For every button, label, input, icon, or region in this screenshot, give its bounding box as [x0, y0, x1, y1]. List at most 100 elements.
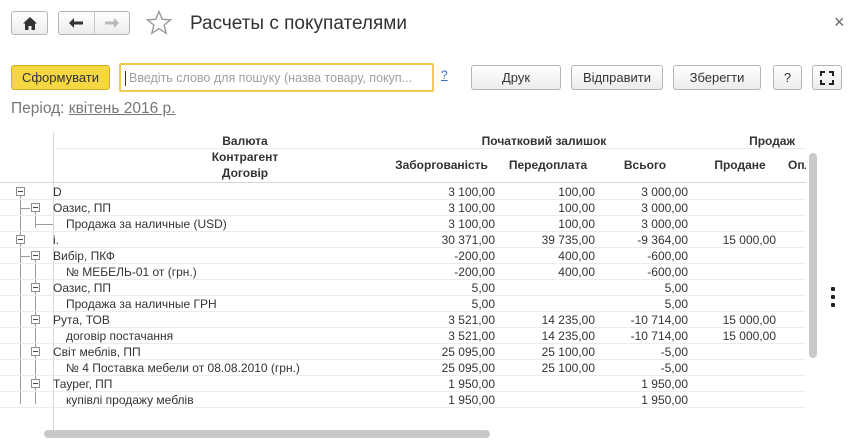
tree-line [35, 224, 53, 225]
collapse-toggle[interactable] [31, 347, 40, 356]
collapse-toggle[interactable] [16, 187, 25, 196]
row-label: Таурег, ПП [53, 377, 113, 391]
row-label: Оазис, ПП [53, 281, 111, 295]
period-line: Період: квітень 2016 р. [11, 100, 175, 118]
header-total: Всього [623, 158, 667, 172]
cell-prepayment: 14 235,00 [541, 329, 595, 343]
header-counterparty: Контрагент [211, 150, 279, 164]
cell-total: 1 950,00 [641, 393, 688, 407]
cell-total: 3 000,00 [641, 185, 688, 199]
cell-prepayment: 14 235,00 [541, 313, 595, 327]
send-button[interactable]: Відправити [571, 65, 663, 90]
search-help-link[interactable]: ? [441, 68, 448, 82]
row-label: Продажа за наличные (USD) [66, 217, 227, 231]
cell-total: -9 364,00 [637, 233, 688, 247]
cell-total: 1 950,00 [641, 377, 688, 391]
cell-prepayment: 25 100,00 [541, 345, 595, 359]
cell-prepayment: 100,00 [558, 185, 595, 199]
cell-debt: 3 100,00 [448, 185, 495, 199]
close-button[interactable]: × [834, 12, 845, 33]
row-label: і. [53, 233, 59, 247]
row-label: D [53, 185, 62, 199]
header-currency: Валюта [222, 134, 268, 148]
row-label: Вибір, ПКФ [53, 249, 115, 263]
cell-debt: 3 521,00 [448, 313, 495, 327]
cell-total: 3 000,00 [641, 201, 688, 215]
cell-debt: 3 100,00 [448, 201, 495, 215]
row-label: № МЕБЕЛЬ-01 от (грн.) [66, 265, 197, 279]
cell-debt: 3 521,00 [448, 329, 495, 343]
row-label: Рута, ТОВ [53, 313, 110, 327]
vertical-scrollbar[interactable] [809, 153, 817, 358]
home-button[interactable] [11, 11, 48, 35]
horizontal-scrollbar[interactable] [44, 430, 490, 438]
fullscreen-button[interactable] [812, 65, 842, 90]
row-label: Продажа за наличные ГРН [66, 297, 217, 311]
cell-debt: 5,00 [471, 297, 495, 311]
header-bottom-divider [0, 182, 806, 183]
header-sales: Продаж [749, 134, 795, 148]
collapse-toggle[interactable] [31, 315, 40, 324]
collapse-toggle[interactable] [31, 379, 40, 388]
row-label: купівлі продажу меблів [66, 393, 194, 407]
header-opening-balance: Початковий залишок [481, 134, 607, 148]
cell-prepayment: 25 100,00 [541, 361, 595, 375]
cell-total: -10 714,00 [630, 313, 688, 327]
tree-line [20, 208, 30, 209]
cell-prepayment: 100,00 [558, 217, 595, 231]
more-actions-button[interactable] [831, 287, 837, 311]
collapse-toggle[interactable] [31, 283, 40, 292]
row-label: Світ меблів, ПП [53, 345, 141, 359]
kebab-icon [831, 287, 837, 307]
print-button[interactable]: Друк [471, 65, 561, 90]
search-input[interactable]: Введіть слово для пошуку (назва товару, … [119, 63, 434, 92]
history-nav [58, 11, 130, 35]
header-debt: Заборгованість [395, 158, 488, 172]
row-label: договір постачання [66, 329, 174, 343]
arrow-right-icon [104, 18, 119, 28]
collapse-toggle[interactable] [16, 235, 25, 244]
tree-line [20, 256, 30, 257]
cell-debt: -200,00 [454, 249, 495, 263]
cell-total: -5,00 [660, 345, 688, 359]
forward-button[interactable] [95, 12, 130, 34]
cell-debt: -200,00 [454, 265, 495, 279]
cell-debt: 3 100,00 [448, 217, 495, 231]
tree-line [20, 190, 21, 404]
collapse-toggle[interactable] [31, 203, 40, 212]
close-icon: × [834, 12, 845, 32]
cell-prepayment: 100,00 [558, 201, 595, 215]
save-button[interactable]: Зберегти [673, 65, 761, 90]
arrow-left-icon [69, 18, 84, 28]
period-value-link[interactable]: квітень 2016 р. [69, 100, 176, 117]
cell-sold: 15 000,00 [722, 233, 776, 247]
favorite-button[interactable] [145, 9, 173, 40]
generate-button[interactable]: Сформувати [11, 65, 110, 90]
page-title: Расчеты с покупателями [190, 13, 407, 34]
row-label: № 4 Поставка мебели от 08.08.2010 (грн.) [66, 361, 300, 375]
cell-sold: 15 000,00 [722, 313, 776, 327]
cell-total: 5,00 [664, 297, 688, 311]
cell-debt: 25 095,00 [441, 361, 495, 375]
help-button[interactable]: ? [773, 65, 802, 90]
collapse-toggle[interactable] [31, 251, 40, 260]
cell-total: -5,00 [660, 361, 688, 375]
back-button[interactable] [59, 12, 94, 34]
header-paid: Опл [788, 158, 806, 172]
cell-total: 5,00 [664, 281, 688, 295]
header-contract: Договір [221, 166, 269, 180]
home-icon [22, 16, 37, 30]
cell-prepayment: 400,00 [558, 265, 595, 279]
cell-prepayment: 400,00 [558, 249, 595, 263]
header-sold: Продане [714, 158, 766, 172]
cell-total: -600,00 [647, 265, 688, 279]
cell-debt: 25 095,00 [441, 345, 495, 359]
cell-prepayment: 39 735,00 [541, 233, 595, 247]
row-label: Оазис, ПП [53, 201, 111, 215]
period-label: Період: [11, 100, 65, 117]
report-table: Валюта Контрагент Договір Початковий зал… [0, 132, 806, 432]
fullscreen-icon [820, 70, 834, 85]
cell-debt: 30 371,00 [441, 233, 495, 247]
cell-total: -10 714,00 [630, 329, 688, 343]
header-prepayment: Передоплата [508, 158, 588, 172]
